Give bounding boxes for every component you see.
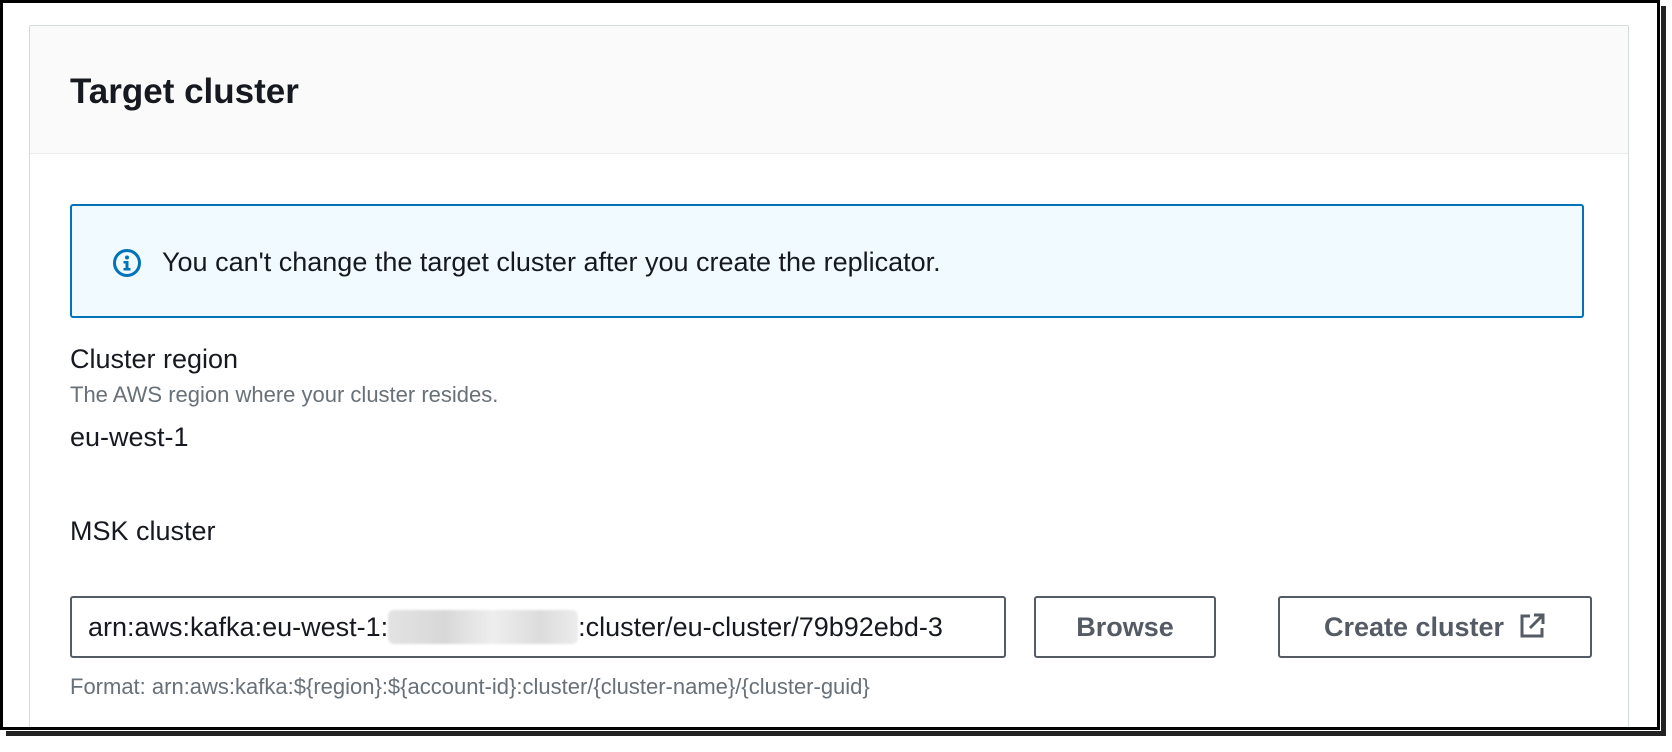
- arn-suffix: :cluster/eu-cluster/79b92ebd-3: [578, 612, 943, 642]
- external-link-icon: [1520, 613, 1545, 638]
- create-cluster-button[interactable]: Create cluster: [1278, 596, 1592, 658]
- panel-header: Target cluster: [30, 26, 1628, 154]
- alert-message: You can't change the target cluster afte…: [162, 247, 941, 277]
- target-cluster-panel: Target cluster You can't change the targ…: [29, 25, 1629, 727]
- redacted-account-id: [388, 609, 579, 644]
- panel-title: Target cluster: [70, 72, 299, 111]
- info-icon: [113, 249, 141, 277]
- browse-button[interactable]: Browse: [1034, 596, 1216, 658]
- cluster-region-label: Cluster region: [70, 344, 239, 374]
- msk-cluster-label: MSK cluster: [70, 516, 216, 546]
- msk-cluster-arn-input[interactable]: arn:aws:kafka:eu-west-1: :cluster/eu-clus…: [70, 596, 1006, 658]
- cluster-region-description: The AWS region where your cluster reside…: [70, 382, 499, 407]
- arn-prefix: arn:aws:kafka:eu-west-1:: [88, 612, 389, 642]
- create-cluster-button-label: Create cluster: [1323, 612, 1505, 642]
- screenshot-frame: Target cluster You can't change the targ…: [0, 0, 1660, 730]
- browse-button-label: Browse: [1076, 612, 1174, 642]
- info-alert: You can't change the target cluster afte…: [70, 204, 1584, 318]
- arn-format-hint: Format: arn:aws:kafka:${region}:${accoun…: [70, 674, 870, 699]
- cluster-region-value: eu-west-1: [70, 422, 189, 452]
